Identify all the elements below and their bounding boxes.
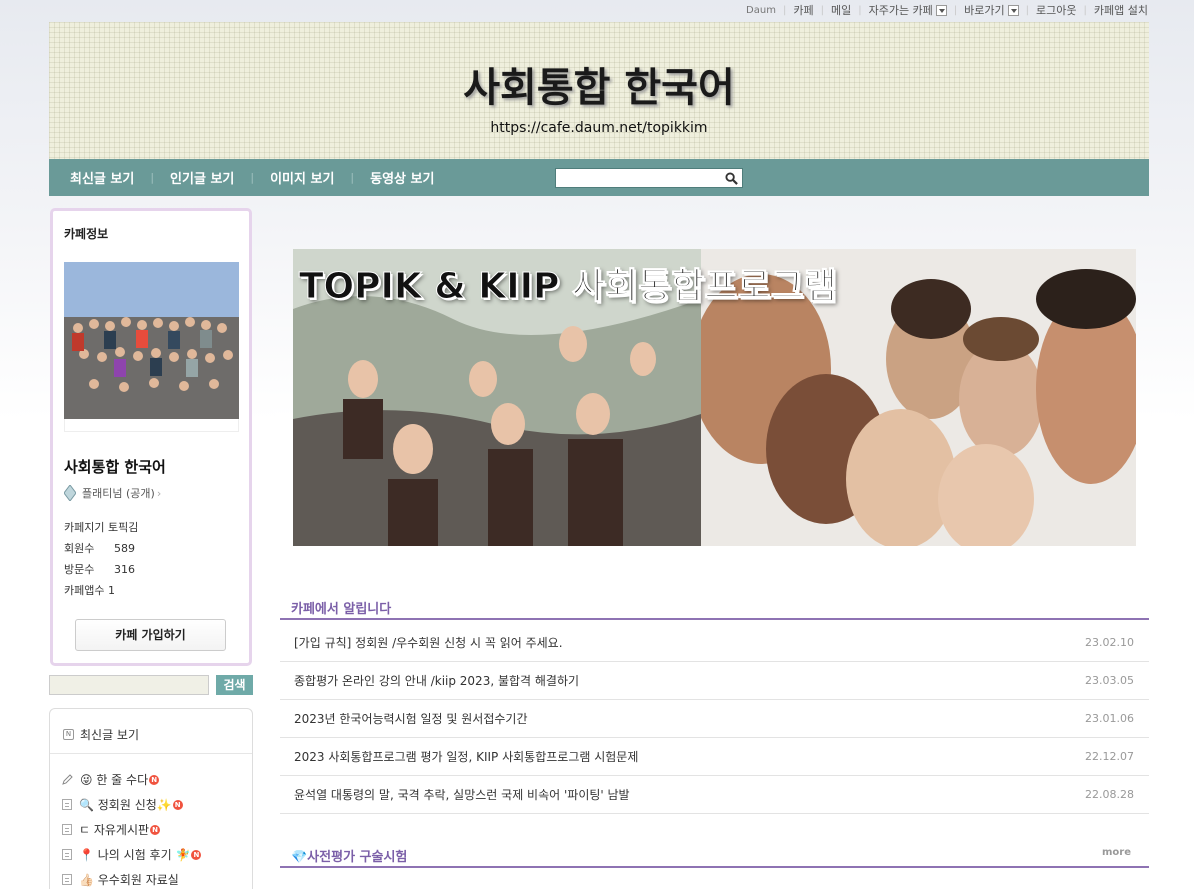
gnb-mail-link[interactable]: 메일 <box>831 2 851 18</box>
board-icon <box>62 799 72 810</box>
recent-posts-link[interactable]: N 최신글 보기 <box>63 726 139 743</box>
notice-row[interactable]: 종합평가 온라인 강의 안내 /kiip 2023, 불합격 해결하기 23.03… <box>280 662 1149 700</box>
main-banner-image[interactable]: TOPIK & KIIP 사회통합프로그램 <box>293 249 1136 546</box>
group-photo <box>64 262 239 419</box>
menu-images[interactable]: 이미지 보기 <box>270 168 334 187</box>
pencil-icon <box>62 774 73 785</box>
chevron-down-icon[interactable] <box>935 4 947 16</box>
gnb-shortcuts[interactable]: 바로가기 <box>964 2 1019 18</box>
gnb-cafe-link[interactable]: 카페 <box>793 2 813 18</box>
cafe-url: https://cafe.daum.net/topikkim <box>490 120 708 136</box>
notice-section-header: 카페에서 알립니다 <box>280 594 1149 620</box>
menu-recent-posts[interactable]: 최신글 보기 <box>70 168 134 187</box>
new-posts-icon: N <box>63 729 74 740</box>
global-nav: Daum | 카페 | 메일 | 자주가는 카페 | 바로가기 | 로그아웃 |… <box>746 2 1148 18</box>
board-item[interactable]: 😜 한 줄 수다 N <box>62 767 201 792</box>
notice-row[interactable]: 2023년 한국어능력시험 일정 및 원서접수기간 23.01.06 <box>280 700 1149 738</box>
more-link[interactable]: more <box>1102 847 1131 858</box>
notice-list: [가입 규칙] 정회원 /우수회원 신청 시 꼭 읽어 주세요. 23.02.10… <box>280 624 1149 814</box>
gnb-install-app-link[interactable]: 카페앱 설치 <box>1094 2 1148 18</box>
new-badge: N <box>172 799 183 810</box>
new-badge: N <box>150 824 161 835</box>
daum-logo-link[interactable]: Daum <box>746 5 776 16</box>
gnb-logout-link[interactable]: 로그아웃 <box>1036 2 1076 18</box>
board-item[interactable]: 👍🏻 우수회원 자료실 <box>62 867 201 889</box>
notice-section-title: 카페에서 알립니다 <box>291 602 392 617</box>
join-cafe-button[interactable]: 카페 가입하기 <box>75 619 226 651</box>
menu-search-input[interactable] <box>556 169 721 187</box>
menu-popular-posts[interactable]: 인기글 보기 <box>170 168 234 187</box>
board-item[interactable]: 🔍 정회원 신청✨ N <box>62 792 201 817</box>
board-list: 😜 한 줄 수다 N 🔍 정회원 신청✨ N ㄷ 자유게시판 N 📍 나의 시험 후기… <box>62 767 202 889</box>
stat-manager: 카페지기 토픽김 <box>64 521 139 534</box>
new-badge: N <box>149 774 160 785</box>
stat-members: 회원수 589 <box>64 542 135 555</box>
cafe-name: 사회통합 한국어 <box>64 458 166 476</box>
cafe-grade[interactable]: 플래티넘 (공개) › <box>64 485 161 501</box>
cafe-profile-image[interactable] <box>64 262 239 419</box>
notice-row[interactable]: [가입 규칙] 정회원 /우수회원 신청 시 꼭 읽어 주세요. 23.02.10 <box>280 624 1149 662</box>
cafe-info-heading: 카페정보 <box>64 227 109 241</box>
platinum-grade-icon <box>64 485 76 501</box>
side-search-button[interactable]: 검색 <box>216 675 253 695</box>
search-icon[interactable] <box>725 172 738 185</box>
gnb-favorite-cafes[interactable]: 자주가는 카페 <box>869 2 947 18</box>
banner-title: TOPIK & KIIP 사회통합프로그램 <box>299 266 838 308</box>
stat-app-count: 카페앱수 1 <box>64 584 115 597</box>
stat-visits: 방문수 316 <box>64 563 135 576</box>
board-menu: N 최신글 보기 😜 한 줄 수다 N 🔍 정회원 신청✨ N ㄷ 자유게시판 N 📍… <box>49 708 253 889</box>
side-search-input[interactable] <box>49 675 209 695</box>
cafe-info-panel: 카페정보 사회통합 한국어 플래티넘 (공개) › 카페지기 토픽김 회원수 5… <box>50 208 252 666</box>
board-item[interactable]: ㄷ 자유게시판 N <box>62 817 201 842</box>
board-icon <box>62 874 72 885</box>
oral-test-section-header: 💎사전평가 구술시험 more <box>280 842 1149 868</box>
menu-bar: 최신글 보기 | 인기글 보기 | 이미지 보기 | 동영상 보기 <box>49 159 1149 196</box>
notice-row[interactable]: 윤석열 대통령의 말, 국격 추락, 실망스런 국제 비속어 '파이팅' 남발 2… <box>280 776 1149 814</box>
chevron-down-icon[interactable] <box>1007 4 1019 16</box>
menu-search-box <box>555 168 743 188</box>
new-badge: N <box>191 849 202 860</box>
cafe-stats: 카페지기 토픽김 회원수 589 방문수 316 카페앱수 1 <box>64 517 138 601</box>
chevron-right-icon: › <box>156 486 162 500</box>
menu-videos[interactable]: 동영상 보기 <box>370 168 434 187</box>
board-icon <box>62 824 72 835</box>
board-item[interactable]: 📍 나의 시험 후기 🧚 N <box>62 842 202 867</box>
oral-test-section-title[interactable]: 💎사전평가 구술시험 <box>291 846 407 865</box>
cafe-header: 사회통합 한국어 https://cafe.daum.net/topikkim <box>49 22 1149 159</box>
menu-list: 최신글 보기 | 인기글 보기 | 이미지 보기 | 동영상 보기 <box>70 168 434 187</box>
board-icon <box>62 849 72 860</box>
notice-row[interactable]: 2023 사회통합프로그램 평가 일정, KIIP 사회통합프로그램 시험문제 2… <box>280 738 1149 776</box>
cafe-title[interactable]: 사회통합 한국어 <box>49 55 1149 113</box>
